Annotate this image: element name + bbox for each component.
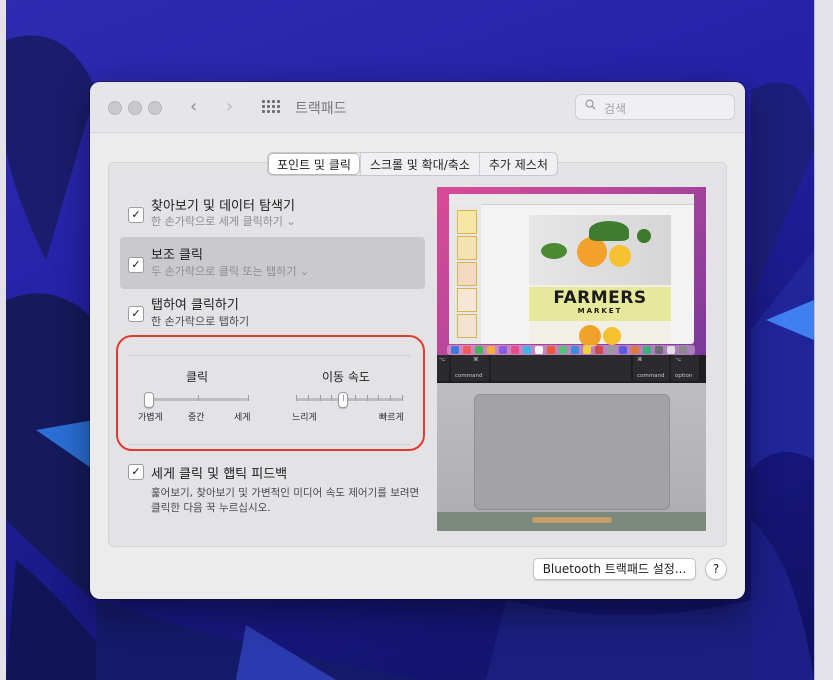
tap-to-click-subtitle: 한 손가락으로 탭하기 — [151, 315, 250, 328]
option-label: option — [675, 373, 693, 379]
command-label: command — [455, 373, 483, 379]
tab-more-gestures[interactable]: 추가 제스처 — [478, 153, 557, 175]
title-bar: ‹ › 트랙패드 검색 — [90, 82, 745, 133]
annotation-highlight — [116, 335, 425, 451]
preview-key: ⌥ option — [671, 355, 699, 381]
preview-dock — [447, 345, 695, 355]
look-up-checkbox[interactable]: ✓ — [128, 207, 144, 223]
force-click-description-2: 클릭한 다음 꾹 누르십시오. — [151, 502, 271, 514]
preview-thumbnail — [457, 262, 477, 286]
gesture-preview-video: FARMERS MARKET ⌥ ⌘ command ⌘ command ⌥ o… — [437, 187, 706, 531]
preview-screen: FARMERS MARKET — [437, 187, 706, 355]
secondary-click-checkbox[interactable]: ✓ — [128, 257, 144, 273]
bluetooth-trackpad-setup-button[interactable]: Bluetooth 트랙패드 설정... — [533, 558, 696, 580]
orange-fruit — [579, 325, 601, 347]
command-label: command — [637, 373, 665, 379]
look-up-gesture-popup[interactable]: 한 손가락으로 세게 클릭하기 ⌄ — [151, 213, 296, 229]
preview-document-window: FARMERS MARKET — [449, 194, 694, 347]
preview-sidebar — [449, 204, 481, 344]
preview-spacebar — [491, 355, 631, 381]
preview-thumbnail — [457, 288, 477, 312]
help-button[interactable]: ? — [705, 558, 727, 580]
search-placeholder: 검색 — [604, 102, 627, 116]
look-up-title: 찾아보기 및 데이터 탐색기 — [151, 199, 295, 214]
command-symbol: ⌘ — [637, 357, 643, 363]
tap-to-click-title: 탭하여 클릭하기 — [151, 298, 239, 313]
leaves — [541, 243, 567, 259]
option-symbol: ⌥ — [675, 357, 682, 363]
window-title: 트랙패드 — [295, 101, 347, 117]
poster-subtitle: MARKET — [577, 307, 623, 315]
tab-scroll-and-zoom[interactable]: 스크롤 및 확대/축소 — [359, 153, 479, 175]
force-click-checkbox[interactable]: ✓ — [128, 464, 144, 480]
poster-title: FARMERS — [553, 288, 647, 308]
preview-keyboard: ⌥ ⌘ command ⌘ command ⌥ option — [437, 355, 706, 383]
show-all-grid-icon[interactable] — [262, 100, 280, 114]
preview-toolbar — [449, 194, 694, 205]
farmers-market-poster: FARMERS MARKET — [529, 215, 671, 347]
tap-to-click-checkbox[interactable]: ✓ — [128, 306, 144, 322]
secondary-click-gesture-popup[interactable]: 두 손가락으로 클릭 또는 탭하기 ⌄ — [151, 263, 309, 279]
command-symbol: ⌘ — [473, 357, 479, 363]
back-button[interactable]: ‹ — [190, 96, 197, 117]
option-symbol: ⌥ — [439, 357, 446, 363]
zoom-button[interactable] — [148, 101, 162, 115]
option-secondary-click: ✓ 보조 클릭 두 손가락으로 클릭 또는 탭하기 ⌄ — [120, 237, 425, 289]
preview-key: ⌘ command — [633, 355, 669, 381]
laptop-foot — [532, 517, 612, 523]
leaves — [637, 229, 651, 243]
preview-thumbnail — [457, 210, 477, 234]
preview-key: ⌥ — [437, 355, 449, 381]
preview-trackpad — [474, 394, 670, 510]
preview-thumbnail — [457, 314, 477, 338]
tab-bar: 포인트 및 클릭 스크롤 및 확대/축소 추가 제스처 — [267, 152, 558, 176]
preview-thumbnail — [457, 236, 477, 260]
option-force-click: ✓ 세게 클릭 및 햅틱 피드백 훑어보기, 찾아보기 및 가변적인 미디어 속… — [120, 460, 425, 520]
option-look-up: ✓ 찾아보기 및 데이터 탐색기 한 손가락으로 세게 클릭하기 ⌄ — [120, 189, 425, 231]
right-edge — [814, 0, 833, 680]
tab-point-and-click[interactable]: 포인트 및 클릭 — [268, 153, 360, 175]
option-tap-to-click: ✓ 탭하여 클릭하기 한 손가락으로 탭하기 — [120, 290, 425, 332]
secondary-click-title: 보조 클릭 — [151, 248, 203, 263]
forward-button[interactable]: › — [226, 96, 233, 117]
close-button[interactable] — [108, 101, 122, 115]
preview-key: ⌘ command — [451, 355, 489, 381]
force-click-description-1: 훑어보기, 찾아보기 및 가변적인 미디어 속도 제어기를 보려면 — [151, 487, 420, 499]
force-click-title: 세게 클릭 및 햅틱 피드백 — [151, 467, 288, 482]
orange-fruit — [577, 237, 607, 267]
lemon-fruit — [603, 327, 621, 345]
search-icon — [585, 99, 596, 110]
lemon-fruit — [609, 245, 631, 267]
search-field[interactable]: 검색 — [575, 94, 735, 120]
minimize-button[interactable] — [128, 101, 142, 115]
leaves — [589, 221, 629, 241]
